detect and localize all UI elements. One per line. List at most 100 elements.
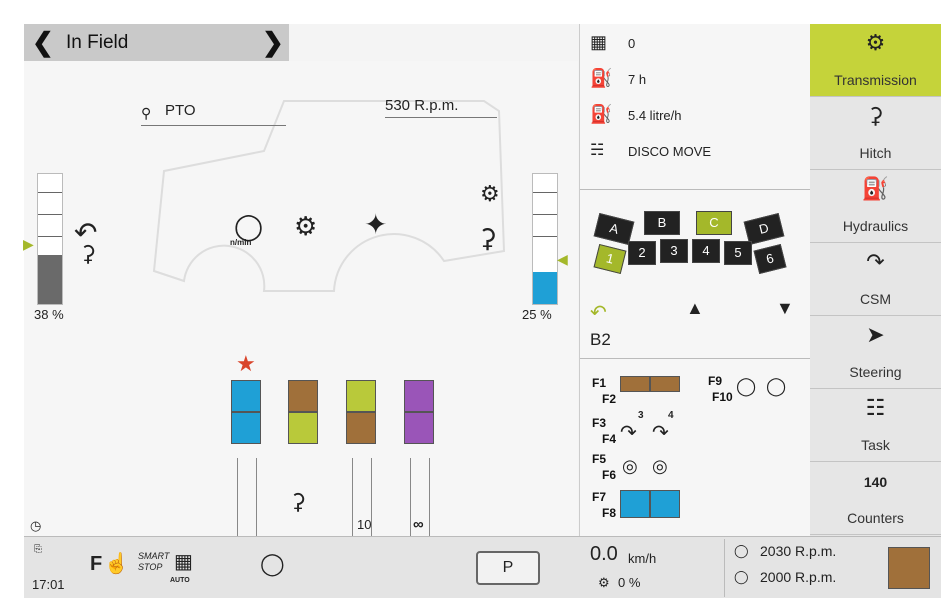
sidebar-item-transmission[interactable]: ⚙ Transmission <box>810 24 941 97</box>
implement-name: DISCO MOVE <box>628 144 712 159</box>
f10-label: F10 <box>712 390 733 404</box>
area-icon: ▦ <box>590 32 608 52</box>
tractor-view: ⚲ PTO 530 R.p.m. ▶ 38 % ↶ ⚳ ◯ n/min ⚙ ✦ … <box>23 61 578 550</box>
speed-unit: km/h <box>628 551 657 566</box>
valve-3-block[interactable] <box>346 380 376 550</box>
step-2[interactable]: 2 <box>628 241 656 265</box>
step-3[interactable]: 3 <box>660 239 688 263</box>
f8-valve-1-block[interactable] <box>650 490 680 518</box>
active-valve-block[interactable] <box>888 547 930 589</box>
f5-diff-lock-icon[interactable]: ◎ <box>622 456 638 477</box>
f9-rpm-icon[interactable]: ◯ <box>736 376 756 397</box>
rear-hitch-gauge-fill <box>38 254 62 304</box>
f3-csm-icon[interactable]: ↷ <box>620 420 637 445</box>
fuel-rate-icon: ⛽ <box>590 104 613 124</box>
front-hitch-settings-icon[interactable]: ⚙ <box>480 181 500 207</box>
left-gauge-pointer-icon: ▶ <box>23 236 34 252</box>
sidebar-item-label: Hydraulics <box>842 218 909 234</box>
sidebar-item-csm[interactable]: ↷ CSM <box>810 243 941 316</box>
area-value: 0 <box>628 36 636 51</box>
step-4[interactable]: 4 <box>692 239 720 263</box>
front-hitch-icon: ⚳ <box>478 223 498 253</box>
valve-2-hitch-icon: ⚳ <box>290 489 307 514</box>
hours-value: 7 h <box>628 72 647 87</box>
f8-label: F8 <box>602 506 617 520</box>
stop-label: STOP <box>138 562 163 572</box>
clock-time: 17:01 <box>32 577 65 592</box>
sidebar-item-label: Transmission <box>834 72 917 88</box>
f2-label: F2 <box>602 392 617 406</box>
rear-hitch-position-gauge <box>37 173 63 305</box>
csm-4-label: 4 <box>668 410 674 421</box>
usb-icon: ⎘ <box>34 544 42 555</box>
slip-icon: ⚙ <box>598 575 610 590</box>
fuel-rate-value: 5.4 litre/h <box>628 108 682 123</box>
sidebar-item-hitch[interactable]: ⚳ Hitch <box>810 97 941 170</box>
hand-touch-icon[interactable]: ☝ <box>104 551 129 576</box>
f6-label: F6 <box>602 468 617 482</box>
csm-3-label: 3 <box>638 410 644 421</box>
f7-valve-1-block[interactable] <box>620 490 650 518</box>
f9-label: F9 <box>708 374 723 388</box>
engine-rpm-icon: ◯ <box>734 543 749 558</box>
current-gear: B2 <box>590 330 611 349</box>
left-gauge-percent: 38 % <box>34 307 64 322</box>
sidebar-item-hydraulics[interactable]: ⛽ Hydraulics <box>810 170 941 243</box>
sidebar-item-counters[interactable]: 140 Counters <box>810 462 941 535</box>
f10-rpm-icon[interactable]: ◯ <box>766 376 786 397</box>
status-bar: ⎘ 17:01 F ☝ SMART STOP ▦ AUTO ◯ P 0.0 km… <box>24 536 941 598</box>
auto-label: AUTO <box>170 577 190 584</box>
front-hitch-gauge-fill <box>533 271 557 304</box>
speed-value: 0.0 <box>590 543 618 565</box>
smart-label: SMART <box>138 551 170 561</box>
park-label: P <box>502 559 514 576</box>
sidebar-item-steering[interactable]: ➤ Steering <box>810 316 941 389</box>
range-c[interactable]: C <box>696 211 732 235</box>
f4-csm-icon[interactable]: ↷ <box>652 420 669 445</box>
rear-hitch-icon: ⚳ <box>80 241 97 266</box>
valve-1-block[interactable] <box>231 380 261 550</box>
gear-up-arrow-icon[interactable]: ▲ <box>686 298 704 319</box>
target-rpm-value: 2000 R.p.m. <box>760 569 837 585</box>
counter-icon: 140 <box>863 474 888 490</box>
next-page-arrow-icon[interactable]: ❯ <box>262 29 284 55</box>
range-b[interactable]: B <box>644 211 680 235</box>
valve-4-block[interactable] <box>404 380 434 550</box>
clipboard-icon: ☷ <box>865 395 886 420</box>
sidebar-item-label: Counters <box>847 510 904 526</box>
f2-valve-2-block[interactable] <box>650 376 680 392</box>
gear-selector[interactable]: A B C D 1 2 3 4 5 6 <box>592 211 797 281</box>
previous-page-arrow-icon[interactable]: ❮ <box>32 29 54 55</box>
f1-label: F1 <box>592 376 607 390</box>
pto-rpm-icon: ⚲ <box>141 105 152 121</box>
target-rpm-icon: ◯ <box>734 569 749 584</box>
pto-unit-label: n/min <box>230 238 252 247</box>
fuel-hours-icon: ⛽ <box>590 68 613 88</box>
tractor-outline-icon <box>152 100 506 292</box>
sidebar-item-label: Task <box>861 437 890 453</box>
pto-disabled-icon[interactable]: ✦ <box>364 208 387 241</box>
info-panel: ▦ 0 ⛽ 7 h ⛽ 5.4 litre/h ☵ DISCO MOVE A B… <box>579 24 810 536</box>
sidebar: ⚙ Transmission ⚳ Hitch ⛽ Hydraulics ↷ CS… <box>810 24 941 536</box>
pto-gear-icon[interactable]: ⚙ <box>294 211 317 242</box>
page-header: ❮ In Field ❯ <box>24 24 289 61</box>
engine-rpm-value: 2030 R.p.m. <box>760 543 837 559</box>
favorite-star-icon: ★ <box>236 351 256 376</box>
pto-rpm-value: 530 R.p.m. <box>385 97 459 114</box>
f1-valve-2-block[interactable] <box>620 376 650 392</box>
pto-label: PTO <box>165 102 196 119</box>
gear-down-arrow-icon[interactable]: ▼ <box>776 298 794 319</box>
sidebar-item-task[interactable]: ☷ Task <box>810 389 941 462</box>
step-5[interactable]: 5 <box>724 241 752 265</box>
f6-diff-lock-icon[interactable]: ◎ <box>652 456 668 477</box>
valve-4-timer-value: ∞ <box>413 516 424 533</box>
step-6[interactable]: 6 <box>753 243 787 275</box>
hydraulics-icon: ⛽ <box>861 176 890 201</box>
f5-label: F5 <box>592 452 607 466</box>
pto-auto-icon[interactable]: ◯ <box>260 551 285 577</box>
step-1[interactable]: 1 <box>593 243 627 275</box>
valve-2-block[interactable] <box>288 380 318 444</box>
four-wheel-drive-icon[interactable]: ▦ <box>174 549 193 574</box>
gears-icon: ⚙ <box>865 30 886 55</box>
f-label: F <box>90 553 103 575</box>
